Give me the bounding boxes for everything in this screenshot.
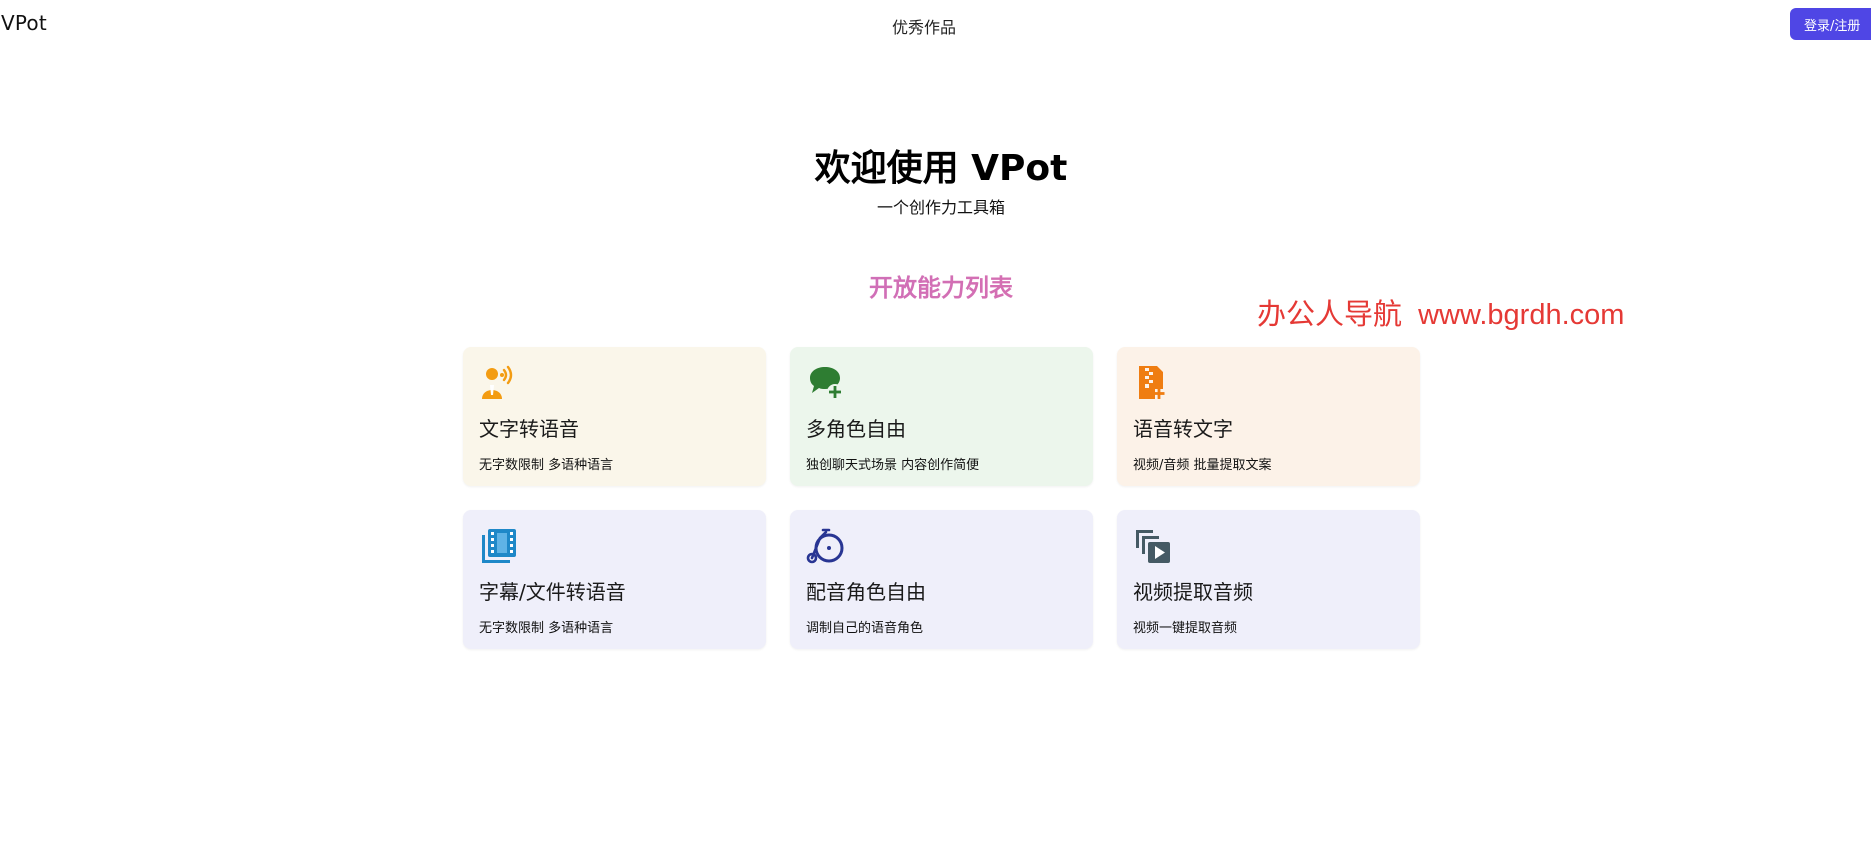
- card-description: 视频一键提取音频: [1133, 621, 1238, 636]
- card-title: 文字转语音: [479, 417, 579, 441]
- card-description: 无字数限制 多语种语言: [479, 458, 614, 473]
- capability-grid: 文字转语音 无字数限制 多语种语言 多角色自由 独创聊天式场景 内容创作简便 语…: [463, 347, 1421, 649]
- film-library-icon: [479, 526, 519, 566]
- card-description: 调制自己的语音角色: [806, 621, 924, 636]
- card-title: 字幕/文件转语音: [479, 580, 626, 604]
- card-title: 配音角色自由: [806, 580, 926, 604]
- card-title: 视频提取音频: [1133, 580, 1253, 604]
- card-description: 独创聊天式场景 内容创作简便: [806, 458, 980, 473]
- page: VPot 优秀作品 登录/注册 欢迎使用 VPot 一个创作力工具箱 开放能力列…: [0, 0, 1871, 845]
- card-description: 视频/音频 批量提取文案: [1133, 458, 1272, 473]
- speaker-person-icon: [479, 363, 519, 403]
- card-video-extract-audio[interactable]: 视频提取音频 视频一键提取音频: [1117, 510, 1420, 649]
- login-register-button[interactable]: 登录/注册: [1790, 8, 1871, 40]
- file-zip-add-icon: [1133, 363, 1173, 403]
- hero-title: 欢迎使用 VPot: [814, 148, 1068, 189]
- card-voice-role[interactable]: 配音角色自由 调制自己的语音角色: [790, 510, 1093, 649]
- card-title: 语音转文字: [1133, 417, 1233, 441]
- video-library-icon: [1133, 526, 1173, 566]
- brand-logo-text[interactable]: VPot: [1, 11, 47, 35]
- card-description: 无字数限制 多语种语言: [479, 621, 614, 636]
- hero-subtitle: 一个创作力工具箱: [876, 198, 1005, 217]
- card-title: 多角色自由: [806, 417, 906, 441]
- nav-link-featured-works[interactable]: 优秀作品: [892, 14, 956, 38]
- chat-add-icon: [806, 363, 846, 403]
- watermark-text: 办公人导航 www.bgrdh.com: [1257, 299, 1625, 331]
- card-speech-to-text[interactable]: 语音转文字 视频/音频 批量提取文案: [1117, 347, 1420, 486]
- card-multi-role[interactable]: 多角色自由 独创聊天式场景 内容创作简便: [790, 347, 1093, 486]
- card-text-to-speech[interactable]: 文字转语音 无字数限制 多语种语言: [463, 347, 766, 486]
- penny-farthing-icon: [806, 526, 846, 566]
- card-subtitle-to-speech[interactable]: 字幕/文件转语音 无字数限制 多语种语言: [463, 510, 766, 649]
